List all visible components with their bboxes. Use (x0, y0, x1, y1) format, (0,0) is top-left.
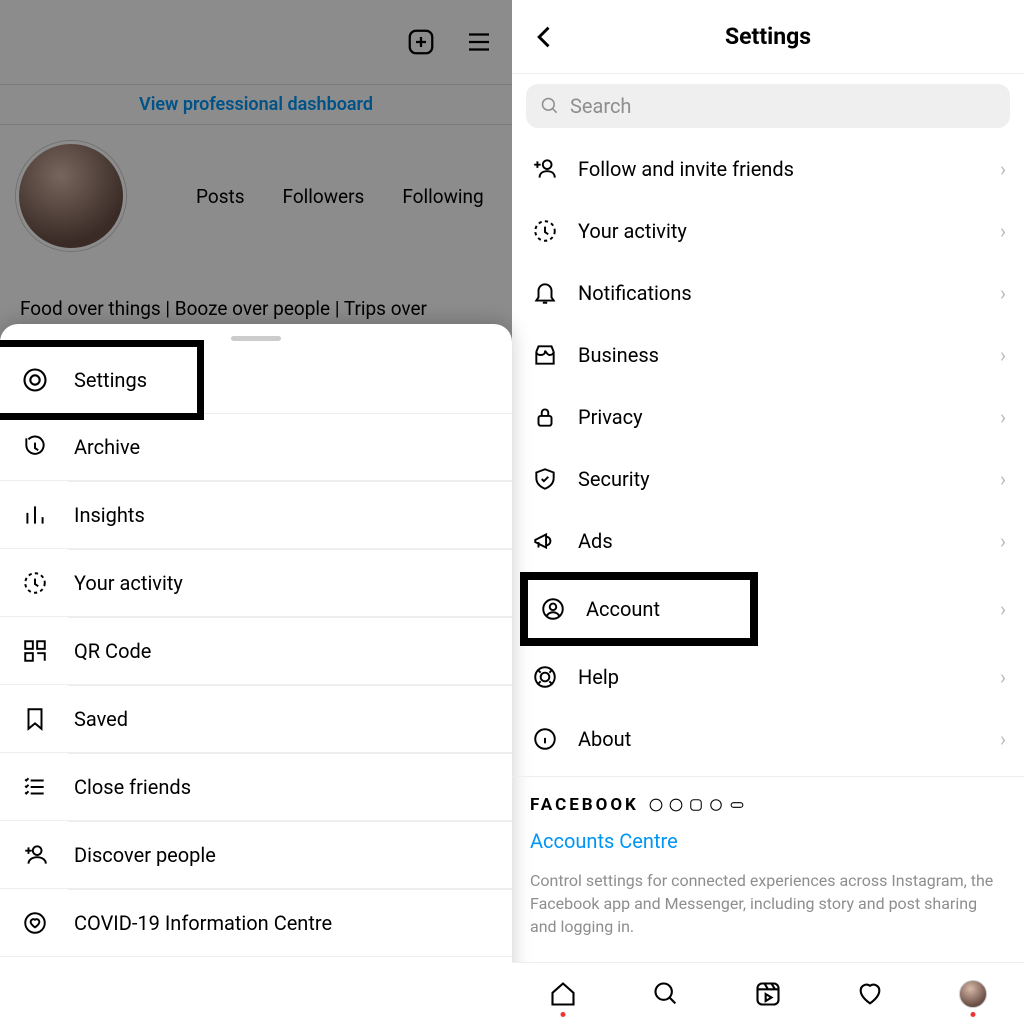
sheet-handle[interactable] (231, 336, 281, 341)
sheet-item-close-friends[interactable]: Close friends (0, 754, 512, 821)
sheet-item-label: Settings (74, 368, 147, 392)
avatar[interactable] (16, 141, 126, 251)
settings-item-label: Security (578, 467, 982, 491)
settings-item-notifications[interactable]: Notifications › (512, 262, 1024, 324)
account-icon (538, 594, 568, 624)
chevron-right-icon: › (1000, 343, 1006, 367)
list-star-icon (20, 772, 50, 802)
search-placeholder: Search (570, 94, 631, 118)
settings-item-help[interactable]: Help › (512, 646, 1024, 708)
meta-app-icons (649, 798, 745, 812)
sheet-item-label: Archive (74, 435, 492, 459)
profile-bio: Food over things | Booze over people | T… (0, 297, 512, 320)
qr-icon (20, 636, 50, 666)
help-icon (530, 662, 560, 692)
info-icon (530, 724, 560, 754)
megaphone-icon (530, 526, 560, 556)
sheet-item-qr[interactable]: QR Code (0, 618, 512, 685)
clock-icon (20, 568, 50, 598)
settings-item-about[interactable]: About › (512, 708, 1024, 770)
options-sheet: Settings Archive Insights (0, 324, 512, 1024)
lock-icon (530, 402, 560, 432)
sheet-item-discover[interactable]: Discover people (0, 822, 512, 889)
add-person-icon (530, 154, 560, 184)
sheet-item-label: Saved (74, 707, 492, 731)
profile-stats: Posts Followers Following (196, 185, 484, 208)
clock-icon (530, 216, 560, 246)
settings-item-business[interactable]: Business › (512, 324, 1024, 386)
settings-item-label: Privacy (578, 405, 982, 429)
settings-item-label: Follow and invite friends (578, 157, 982, 181)
sheet-item-activity[interactable]: Your activity (0, 550, 512, 617)
settings-item-follow[interactable]: Follow and invite friends › (512, 138, 1024, 200)
chevron-right-icon: › (1000, 157, 1006, 181)
shield-icon (530, 464, 560, 494)
sheet-item-label: Close friends (74, 775, 492, 799)
settings-item-ads[interactable]: Ads › (512, 510, 1024, 572)
chevron-right-icon: › (1000, 219, 1006, 243)
settings-screen: Settings Search Follow and invite friend… (512, 0, 1024, 1024)
sheet-item-label: Insights (74, 503, 492, 527)
storefront-icon (530, 340, 560, 370)
chevron-right-icon: › (1000, 665, 1006, 689)
gear-icon (20, 365, 50, 395)
sheet-item-saved[interactable]: Saved (0, 686, 512, 753)
settings-item-label: Business (578, 343, 982, 367)
facebook-brand: FACEBOOK (530, 795, 639, 815)
sheet-item-label: QR Code (74, 639, 492, 663)
settings-item-label: Help (578, 665, 982, 689)
stat-followers[interactable]: Followers (283, 185, 365, 208)
sheet-item-label: Your activity (74, 571, 492, 595)
bottom-nav (512, 962, 1024, 1024)
sheet-item-label: COVID-19 Information Centre (74, 911, 492, 935)
chevron-right-icon: › (1000, 467, 1006, 491)
settings-item-label: About (578, 727, 982, 751)
chevron-right-icon: › (1000, 597, 1006, 621)
settings-item-activity[interactable]: Your activity › (512, 200, 1024, 262)
sheet-item-archive[interactable]: Archive (0, 414, 512, 481)
profile-avatar-icon[interactable] (958, 979, 988, 1009)
sheet-item-settings[interactable]: Settings (0, 347, 167, 413)
settings-item-label: Ads (578, 529, 982, 553)
settings-header: Settings (512, 0, 1024, 74)
chevron-right-icon: › (1000, 727, 1006, 751)
stat-posts[interactable]: Posts (196, 185, 245, 208)
settings-item-label: Your activity (578, 219, 982, 243)
home-icon[interactable] (548, 979, 578, 1009)
profile-screen: View professional dashboard Posts Follow… (0, 0, 512, 1024)
sheet-item-label: Discover people (74, 843, 492, 867)
search-icon[interactable] (651, 979, 681, 1009)
sheet-item-covid[interactable]: COVID-19 Information Centre (0, 890, 512, 957)
chevron-right-icon: › (1000, 529, 1006, 553)
sheet-item-insights[interactable]: Insights (0, 482, 512, 549)
accounts-centre-link[interactable]: Accounts Centre (530, 829, 1006, 853)
chevron-right-icon: › (1000, 405, 1006, 429)
reels-icon[interactable] (753, 979, 783, 1009)
bookmark-icon (20, 704, 50, 734)
archive-icon (20, 432, 50, 462)
settings-item-label: Notifications (578, 281, 982, 305)
settings-item-label: Account (586, 597, 660, 621)
stat-following[interactable]: Following (402, 185, 483, 208)
add-person-icon (20, 840, 50, 870)
professional-dashboard-link[interactable]: View professional dashboard (0, 85, 512, 125)
facebook-section: FACEBOOK Accounts Centre Control setting… (512, 776, 1024, 947)
chevron-right-icon: › (1000, 281, 1006, 305)
settings-item-security[interactable]: Security › (512, 448, 1024, 510)
hamburger-icon[interactable] (464, 27, 494, 57)
search-input[interactable]: Search (526, 84, 1010, 128)
insights-icon (20, 500, 50, 530)
settings-item-privacy[interactable]: Privacy › (512, 386, 1024, 448)
heart-icon[interactable] (855, 979, 885, 1009)
create-icon[interactable] (406, 27, 436, 57)
settings-item-account[interactable]: Account › (512, 572, 1024, 646)
accounts-centre-description: Control settings for connected experienc… (530, 869, 1006, 939)
page-title: Settings (530, 23, 1006, 50)
heart-circle-icon (20, 908, 50, 938)
bell-icon (530, 278, 560, 308)
